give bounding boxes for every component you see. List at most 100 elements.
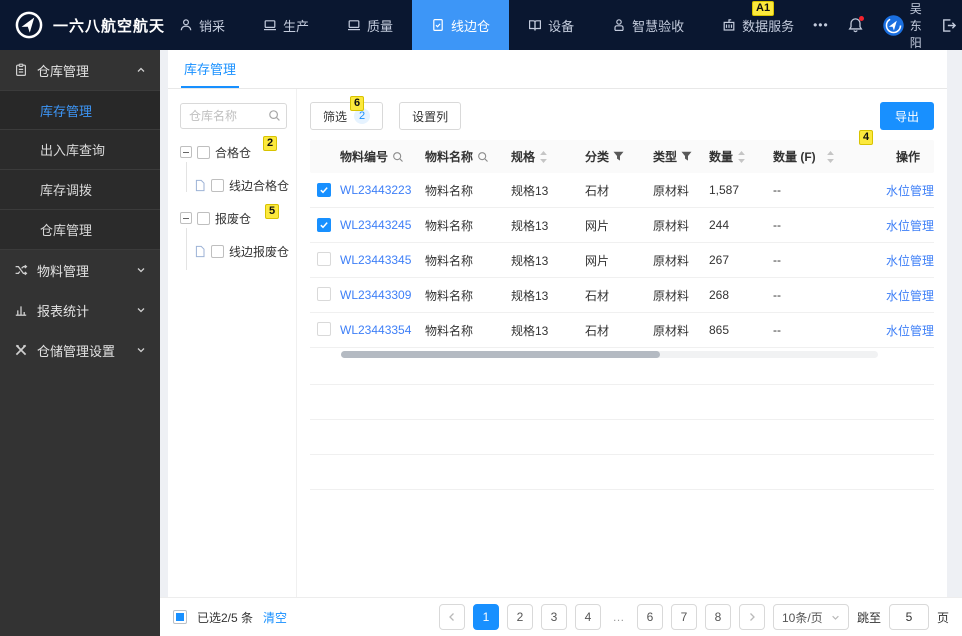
- tree-node-label[interactable]: 线边报废仓: [229, 243, 289, 260]
- next-page-button[interactable]: [738, 604, 765, 630]
- tree-checkbox[interactable]: [197, 211, 210, 225]
- nav-item-smart-acceptance[interactable]: 智慧验收: [593, 0, 703, 50]
- water-level-manage-link[interactable]: 水位管理: [886, 324, 934, 338]
- material-code-link[interactable]: WL23443345: [340, 253, 411, 267]
- nav-item-label: 生产: [283, 18, 310, 34]
- page-button-1[interactable]: 1: [472, 604, 499, 630]
- user-menu[interactable]: 吴东阳: [882, 0, 922, 51]
- toolbar: 筛选 2 设置列 导出: [310, 102, 934, 130]
- tree-checkbox[interactable]: [211, 178, 224, 192]
- nav-item-quality[interactable]: 质量: [328, 0, 412, 50]
- nav-item-sales[interactable]: 销采: [160, 0, 244, 50]
- sidebar-item-inventory-management[interactable]: 库存管理: [0, 90, 160, 130]
- nav-item-label: 设备: [548, 18, 575, 34]
- tree-node-label[interactable]: 线边合格仓: [229, 177, 289, 194]
- row-checkbox[interactable]: [317, 251, 331, 266]
- header-material-name[interactable]: 物料名称: [425, 148, 511, 165]
- material-code-link[interactable]: WL23443309: [340, 288, 411, 302]
- water-level-manage-link[interactable]: 水位管理: [886, 184, 934, 198]
- collapse-icon[interactable]: [180, 146, 192, 158]
- header-material-code[interactable]: 物料编号: [340, 148, 425, 165]
- row-checkbox[interactable]: [317, 182, 331, 197]
- header-label: 类型: [653, 150, 678, 164]
- collapse-icon[interactable]: [180, 212, 192, 224]
- row-checkbox[interactable]: [317, 217, 331, 232]
- sidebar-item-warehouse-management[interactable]: 仓库管理: [0, 210, 160, 250]
- material-code-link[interactable]: WL23443354: [340, 323, 411, 337]
- page-ellipsis[interactable]: …: [609, 610, 629, 624]
- header-qty-f[interactable]: 数量 (F): [773, 148, 873, 165]
- header-qty[interactable]: 数量: [709, 148, 773, 165]
- category-cell: 石材: [585, 288, 610, 303]
- tab-inventory-management[interactable]: 库存管理: [181, 59, 240, 88]
- nav-item-production[interactable]: 生产: [244, 0, 328, 50]
- header-type[interactable]: 类型: [653, 148, 709, 165]
- header-spec[interactable]: 规格: [511, 148, 585, 165]
- tree-checkbox[interactable]: [197, 145, 210, 159]
- horizontal-scrollbar-thumb[interactable]: [341, 351, 660, 358]
- page-button-6[interactable]: 6: [636, 604, 663, 630]
- qty-cell: 268: [709, 288, 730, 302]
- header-label: 规格: [511, 150, 536, 164]
- sidebar-group-material-management[interactable]: 物料管理: [0, 250, 160, 290]
- prev-page-button[interactable]: [438, 604, 465, 630]
- select-all-checkbox[interactable]: [173, 610, 187, 624]
- vertical-scrollbar-track[interactable]: [947, 50, 962, 597]
- username: 吴东阳: [909, 1, 922, 50]
- row-checkbox[interactable]: [317, 321, 331, 336]
- water-level-manage-link[interactable]: 水位管理: [886, 219, 934, 233]
- jump-page-input[interactable]: [888, 604, 929, 630]
- column-settings-button[interactable]: 设置列: [399, 102, 462, 130]
- sidebar-group-storage-settings[interactable]: 仓储管理设置: [0, 330, 160, 370]
- sort-icon[interactable]: [539, 150, 548, 163]
- filter-funnel-icon[interactable]: [613, 151, 624, 162]
- filter-funnel-icon[interactable]: [681, 151, 692, 162]
- material-code-link[interactable]: WL23443223: [340, 183, 411, 197]
- material-code-link[interactable]: WL23443245: [340, 218, 411, 232]
- shuffle-icon: [14, 263, 28, 277]
- export-button[interactable]: 导出: [879, 102, 934, 130]
- page-button-3[interactable]: 3: [540, 604, 567, 630]
- page-size-select[interactable]: 10条/页: [772, 604, 849, 630]
- sidebar-item-inventory-transfer[interactable]: 库存调拨: [0, 170, 160, 210]
- sidebar-item-inout-query[interactable]: 出入库查询: [0, 130, 160, 170]
- water-level-manage-link[interactable]: 水位管理: [886, 254, 934, 268]
- sort-icon[interactable]: [826, 150, 835, 163]
- table-row: WL23443223 物料名称 规格13 石材 原材料 1,587 -- 水位管…: [310, 173, 934, 208]
- page-button-8[interactable]: 8: [704, 604, 731, 630]
- search-icon[interactable]: [477, 151, 489, 163]
- page-button-2[interactable]: 2: [506, 604, 533, 630]
- nav-item-line-warehouse[interactable]: 线边仓: [412, 0, 510, 50]
- clear-selection-link[interactable]: 清空: [263, 609, 287, 626]
- type-cell: 原材料: [653, 253, 690, 268]
- logout-button[interactable]: 退出: [941, 8, 962, 42]
- header-label: 数量 (F): [773, 150, 816, 164]
- sidebar-group-warehouse-management[interactable]: 仓库管理: [0, 50, 160, 90]
- water-level-manage-link[interactable]: 水位管理: [886, 289, 934, 303]
- sidebar-group-report-statistics[interactable]: 报表统计: [0, 290, 160, 330]
- horizontal-scrollbar-track[interactable]: [341, 351, 878, 358]
- notification-dot: [858, 16, 864, 21]
- inventory-table: 物料编号 物料名称 规格 分类 类型 数量 数量 (F) 操作 WL234432…: [310, 140, 934, 490]
- more-menu-icon[interactable]: •••: [813, 18, 829, 32]
- row-checkbox[interactable]: [317, 286, 331, 301]
- tree-node-label[interactable]: 报废仓: [215, 210, 251, 227]
- sort-icon[interactable]: [737, 150, 746, 163]
- nav-item-label: 数据服务: [742, 18, 795, 34]
- notification-bell-icon[interactable]: [848, 16, 864, 33]
- spec-cell: 规格13: [511, 218, 549, 233]
- filter-button[interactable]: 筛选 2: [310, 102, 384, 130]
- sidebar-item-label: 库存调拨: [40, 183, 93, 198]
- tree-checkbox[interactable]: [211, 244, 224, 258]
- page-button-4[interactable]: 4: [574, 604, 601, 630]
- header-category[interactable]: 分类: [585, 148, 653, 165]
- page-button-7[interactable]: 7: [670, 604, 697, 630]
- nav-item-equipment[interactable]: 设备: [509, 0, 593, 50]
- tree-node-label[interactable]: 合格仓: [215, 144, 251, 161]
- chevron-up-icon: [136, 65, 146, 75]
- type-cell: 原材料: [653, 218, 690, 233]
- search-icon[interactable]: [392, 151, 404, 163]
- qty-f-cell: --: [773, 253, 781, 267]
- category-cell: 网片: [585, 253, 610, 268]
- qty-cell: 267: [709, 253, 730, 267]
